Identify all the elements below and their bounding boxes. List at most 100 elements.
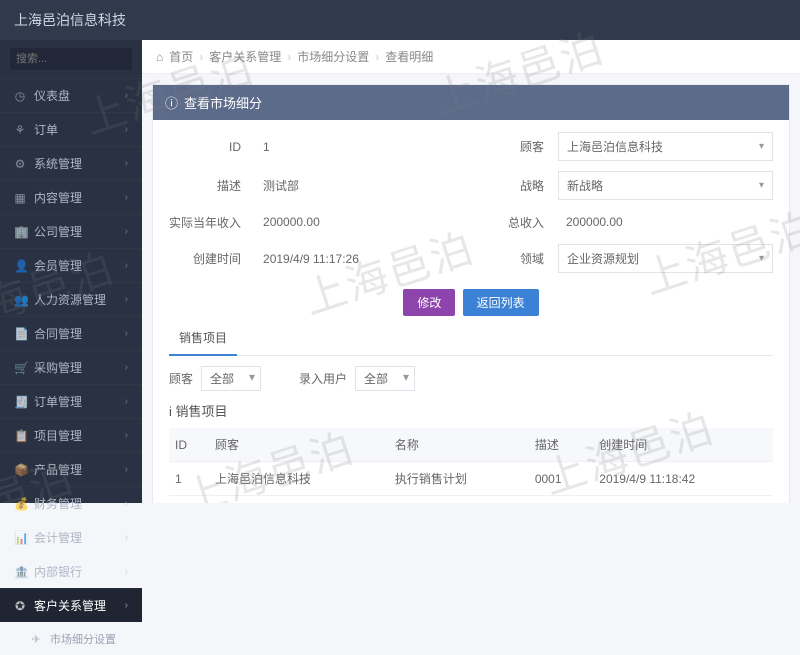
nav-icon: 📦 [14, 463, 26, 477]
nav-label: 财务管理 [34, 495, 82, 512]
cell-name: 执行销售2 [389, 496, 529, 504]
breadcrumb-item[interactable]: 客户关系管理 [209, 48, 281, 65]
chevron-right-icon: › [125, 532, 128, 543]
sidebar-item[interactable]: 🛒采购管理› [0, 350, 142, 384]
nav-icon: 💰 [14, 497, 26, 511]
chevron-down-icon: ▾ [759, 253, 764, 264]
sidebar-item[interactable]: 💰 财务管理 › [0, 486, 142, 520]
sidebar-item[interactable]: 👤会员管理› [0, 248, 142, 282]
nav-label: 内部银行 [34, 563, 82, 580]
nav-icon: 👥 [14, 293, 26, 307]
nav-icon: 🏦 [14, 565, 26, 579]
desc-value: 测试部 [255, 172, 470, 199]
income-year-value: 200000.00 [255, 210, 470, 234]
back-button[interactable]: 返回列表 [463, 289, 539, 316]
nav-icon: 👤 [14, 259, 26, 273]
nav-icon: ✪ [14, 599, 26, 613]
breadcrumb-item[interactable]: 市场细分设置 [297, 48, 369, 65]
nav-icon: ⚙ [14, 157, 26, 171]
brand-title: 上海邑泊信息科技 [14, 10, 126, 30]
nav-label: 订单管理 [34, 393, 82, 410]
cell-desc: 0001 [529, 462, 593, 496]
sidebar-item[interactable]: 👥人力资源管理› [0, 282, 142, 316]
home-icon[interactable]: ⌂ [156, 50, 163, 64]
sidebar-item[interactable]: ◷仪表盘› [0, 78, 142, 112]
main-content: ⌂ 首页 › 客户关系管理 › 市场细分设置 › 查看明细 ⓘ 查看市场细分 I… [142, 40, 800, 503]
sidebar-item[interactable]: 🏢 公司管理 › [0, 214, 142, 248]
detail-form: ID 1 顾客 上海邑泊信息科技 ▾ 描述 测试部 战略 新战略 ▾ 实际当年收… [169, 132, 773, 273]
sidebar-item[interactable]: ✈市场细分设置 [0, 622, 142, 655]
filter-user-label: 录入用户 [299, 370, 347, 387]
filter-customer-label: 顾客 [169, 370, 193, 387]
nav-label: 客户关系管理 [34, 597, 106, 614]
sidebar-item[interactable]: ▦ 内容管理 › [0, 180, 142, 214]
filter-user-select[interactable]: 全部 [355, 366, 415, 391]
detail-panel: ⓘ 查看市场细分 ID 1 顾客 上海邑泊信息科技 ▾ 描述 测试部 战略 新 [152, 84, 790, 503]
chevron-right-icon: › [125, 158, 128, 169]
sidebar-item[interactable]: 📊 会计管理 › [0, 520, 142, 554]
chevron-right-icon: › [125, 600, 128, 611]
cell-customer: 上海邑泊信息科技 [209, 496, 389, 504]
nav-label: 合同管理 [34, 325, 82, 342]
strategy-value: 新战略 [567, 177, 603, 194]
nav-label: 人力资源管理 [34, 291, 106, 308]
chevron-right-icon: › [125, 498, 128, 509]
nav-label: 内容管理 [34, 189, 82, 206]
chevron-down-icon: ▾ [759, 180, 764, 191]
chevron-down-icon: ▾ [759, 141, 764, 152]
search-input[interactable] [10, 48, 132, 70]
cell-desc [529, 496, 593, 504]
chevron-right-icon: › [125, 260, 128, 271]
id-label: ID [169, 140, 241, 154]
nav-icon: ◷ [14, 89, 26, 103]
nav-label: 仪表盘 [34, 87, 70, 104]
desc-label: 描述 [169, 177, 241, 194]
id-value: 1 [255, 135, 470, 159]
sales-table: ID 顾客 名称 描述 创建时间 1上海邑泊信息科技执行销售计划00012019… [169, 428, 773, 503]
nav-icon: ▦ [14, 191, 26, 205]
breadcrumb-item[interactable]: 首页 [169, 48, 193, 65]
chevron-right-icon: › [125, 362, 128, 373]
filter-customer-select[interactable]: 全部 [201, 366, 261, 391]
filter-row: 顾客 全部 录入用户 全部 [169, 356, 773, 397]
nav-label: 采购管理 [34, 359, 82, 376]
sidebar-item[interactable]: ✪ 客户关系管理 › [0, 588, 142, 622]
nav-icon: ⚘ [14, 123, 26, 137]
sidebar-item[interactable]: 🧾订单管理› [0, 384, 142, 418]
chevron-right-icon: › [125, 124, 128, 135]
chevron-right-icon: › [125, 192, 128, 203]
nav-icon: 🧾 [14, 395, 26, 409]
col-customer: 顾客 [209, 428, 389, 462]
nav-label: 公司管理 [34, 223, 82, 240]
panel-title: 查看市场细分 [184, 93, 262, 112]
nav-icon: ✈ [30, 633, 42, 646]
breadcrumb-sep: › [199, 50, 203, 64]
income-total-label: 总收入 [484, 214, 544, 231]
col-name: 名称 [389, 428, 529, 462]
sidebar: ◷仪表盘›⚘订单›⚙系统管理›▦内容管理›🏢公司管理›👤会员管理›👥人力资源管理… [0, 40, 142, 503]
customer-select[interactable]: 上海邑泊信息科技 ▾ [558, 132, 773, 161]
sidebar-item[interactable]: ⚙系统管理› [0, 146, 142, 180]
cell-id: 1 [169, 462, 209, 496]
nav-icon: 🏢 [14, 225, 26, 239]
chevron-right-icon: › [125, 226, 128, 237]
col-desc: 描述 [529, 428, 593, 462]
table-row[interactable]: 1上海邑泊信息科技执行销售计划00012019/4/9 11:18:42 [169, 462, 773, 496]
domain-select[interactable]: 企业资源规划 ▾ [558, 244, 773, 273]
tab-sales[interactable]: 销售项目 [169, 323, 237, 356]
table-row[interactable]: 2上海邑泊信息科技执行销售22019/4/9 11:18:55 [169, 496, 773, 504]
edit-button[interactable]: 修改 [403, 289, 455, 316]
chevron-right-icon: › [125, 566, 128, 577]
cell-created: 2019/4/9 11:18:55 [593, 496, 773, 504]
nav-label: 会计管理 [34, 529, 82, 546]
strategy-select[interactable]: 新战略 ▾ [558, 171, 773, 200]
filter-user-value: 全部 [364, 372, 388, 386]
sidebar-item[interactable]: 🏦 内部银行 › [0, 554, 142, 588]
nav-icon: 📊 [14, 531, 26, 545]
sidebar-item[interactable]: 📦产品管理› [0, 452, 142, 486]
sidebar-item[interactable]: ⚘订单› [0, 112, 142, 146]
info-icon: ⓘ [165, 93, 178, 112]
sidebar-item[interactable]: 📄合同管理› [0, 316, 142, 350]
cell-customer: 上海邑泊信息科技 [209, 462, 389, 496]
sidebar-item[interactable]: 📋项目管理› [0, 418, 142, 452]
